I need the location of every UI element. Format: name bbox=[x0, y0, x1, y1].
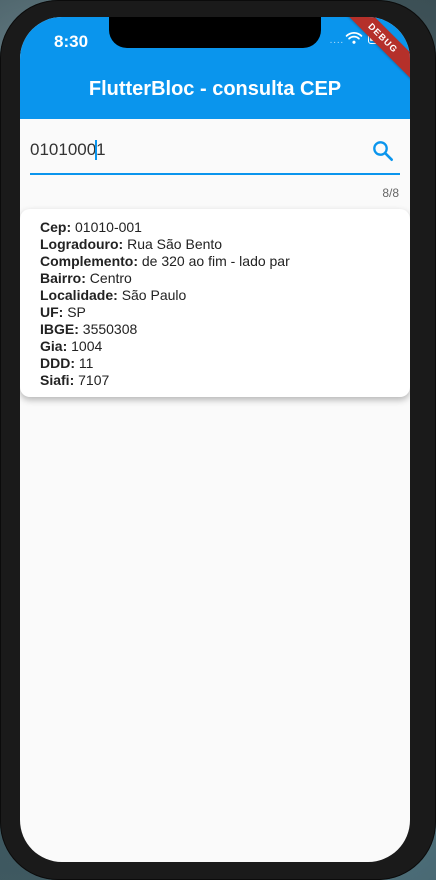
result-value: 1004 bbox=[71, 338, 103, 354]
search-icon[interactable] bbox=[371, 139, 395, 163]
result-label: Siafi: bbox=[40, 372, 75, 388]
result-row-ibge: IBGE: 3550308 bbox=[40, 321, 290, 338]
result-card: Cep: 01010-001 Logradouro: Rua São Bento… bbox=[20, 209, 410, 397]
wifi-icon bbox=[345, 32, 363, 44]
result-row-gia: Gia: 1004 bbox=[40, 338, 290, 355]
result-row-bairro: Bairro: Centro bbox=[40, 270, 290, 287]
result-label: Bairro: bbox=[40, 270, 86, 286]
result-label: Localidade: bbox=[40, 287, 118, 303]
result-label: Cep: bbox=[40, 219, 72, 235]
result-value: SP bbox=[67, 304, 86, 320]
result-row-uf: UF: SP bbox=[40, 304, 290, 321]
cep-search-input[interactable] bbox=[30, 135, 400, 175]
result-row-cep: Cep: 01010-001 bbox=[40, 219, 290, 236]
result-value: de 320 ao fim - lado par bbox=[141, 253, 290, 269]
result-label: Logradouro: bbox=[40, 236, 124, 252]
search-bar bbox=[30, 135, 400, 178]
result-value: São Paulo bbox=[121, 287, 187, 303]
text-caret bbox=[95, 140, 97, 160]
phone-screen: 8:30 .... DEBUG FlutterBloc - consulta C… bbox=[20, 17, 410, 862]
result-label: Complemento: bbox=[40, 253, 138, 269]
result-label: UF: bbox=[40, 304, 64, 320]
character-counter: 8/8 bbox=[382, 186, 399, 200]
result-row-localidade: Localidade: São Paulo bbox=[40, 287, 290, 304]
phone-frame: 8:30 .... DEBUG FlutterBloc - consulta C… bbox=[0, 0, 436, 880]
result-label: Gia: bbox=[40, 338, 68, 354]
result-value: Rua São Bento bbox=[127, 236, 223, 252]
app-bar: 8:30 .... DEBUG FlutterBloc - consulta C… bbox=[20, 17, 410, 119]
result-value: Centro bbox=[89, 270, 132, 286]
result-value: 7107 bbox=[78, 372, 110, 388]
result-value: 11 bbox=[78, 355, 94, 371]
signal-dots: .... bbox=[329, 35, 344, 46]
result-row-complemento: Complemento: de 320 ao fim - lado par bbox=[40, 253, 290, 270]
result-list: Cep: 01010-001 Logradouro: Rua São Bento… bbox=[40, 219, 290, 389]
debug-banner: DEBUG bbox=[337, 17, 410, 84]
result-label: IBGE: bbox=[40, 321, 79, 337]
result-row-logradouro: Logradouro: Rua São Bento bbox=[40, 236, 290, 253]
result-value: 01010-001 bbox=[75, 219, 142, 235]
result-value: 3550308 bbox=[82, 321, 138, 337]
page-title: FlutterBloc - consulta CEP bbox=[88, 78, 342, 100]
status-time: 8:30 bbox=[54, 32, 89, 51]
result-label: DDD: bbox=[40, 355, 75, 371]
result-row-ddd: DDD: 11 bbox=[40, 355, 290, 372]
result-row-siafi: Siafi: 7107 bbox=[40, 372, 290, 389]
device-notch bbox=[109, 17, 321, 48]
